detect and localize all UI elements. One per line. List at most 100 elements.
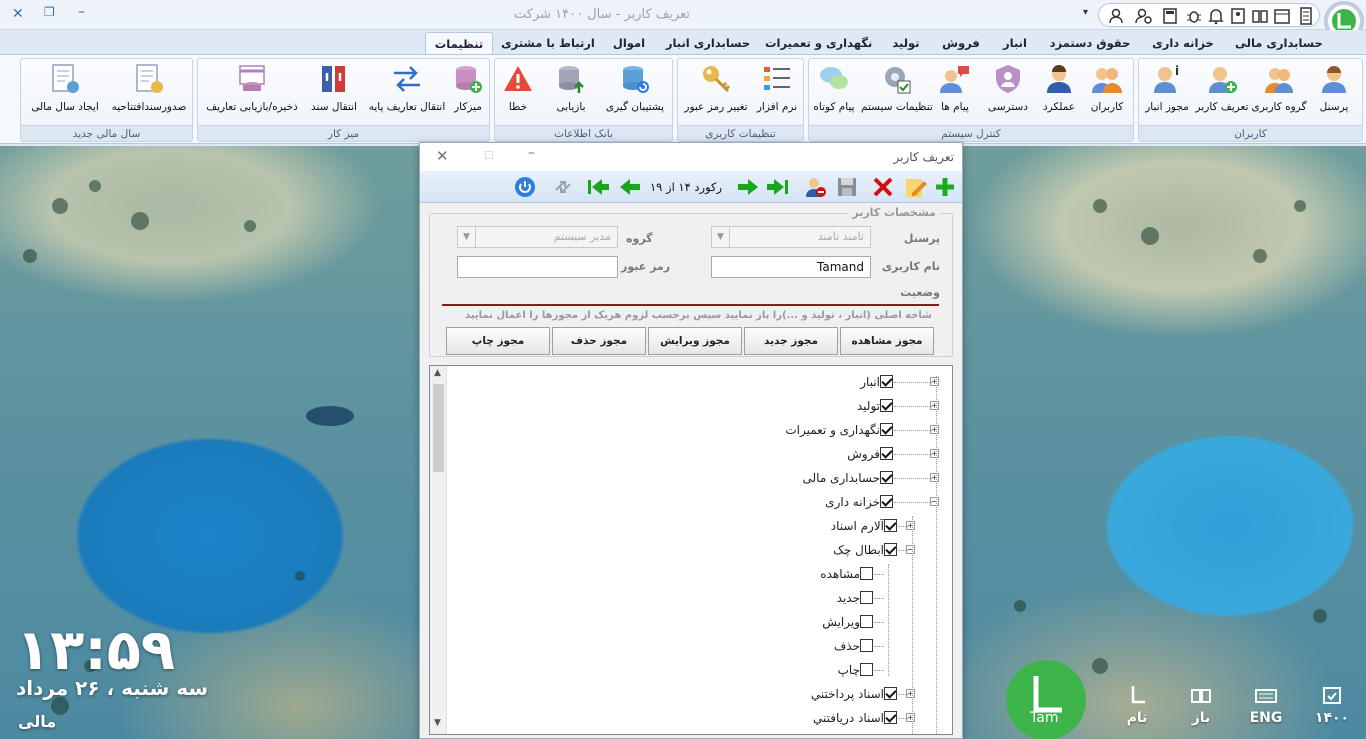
tab-financial-accounting[interactable]: حسابداری مالی (1235, 32, 1323, 54)
edit-icon[interactable] (904, 175, 928, 199)
new-permission-button[interactable]: مجوز جدید (744, 327, 838, 355)
checkbox-checked[interactable] (880, 447, 893, 460)
tree-node[interactable]: جدید (837, 589, 860, 607)
system-settings-button[interactable]: تنظیمات سیستم (861, 63, 933, 123)
scroll-thumb[interactable] (433, 384, 444, 472)
create-fiscal-year-button[interactable]: ایجاد سال مالی (25, 63, 105, 123)
software-button[interactable]: نرم افزار (752, 63, 802, 123)
restore-button[interactable]: بازیابی (543, 63, 599, 123)
tree-node[interactable]: ویرایش (822, 613, 860, 631)
tray-open[interactable]: باز (1184, 684, 1218, 726)
calendar-icon[interactable] (1273, 7, 1291, 25)
checkbox-checked[interactable] (880, 495, 893, 508)
checkbox-checked[interactable] (884, 543, 897, 556)
edit-permission-button[interactable]: مجوز ویرایش (648, 327, 742, 355)
book-icon[interactable] (1251, 7, 1269, 25)
tray-year[interactable]: ۱۴۰۰ (1310, 684, 1354, 726)
tab-sales[interactable]: فروش (940, 32, 982, 54)
short-message-button[interactable]: پیام کوتاه (809, 63, 859, 123)
contact-card-icon[interactable] (1229, 7, 1247, 25)
tree-node[interactable]: اسناد دريافتني (813, 709, 884, 727)
performance-button[interactable]: عملکرد (1035, 63, 1083, 123)
checkbox-unchecked[interactable] (860, 615, 873, 628)
scroll-down-icon[interactable]: ▼ (434, 718, 441, 728)
print-permission-button[interactable]: مجوز چاپ (446, 327, 550, 355)
tab-maintenance[interactable]: نگهداری و تعمیرات (765, 32, 872, 54)
group-combo[interactable]: مدیر سیستم ▼ (457, 226, 618, 248)
save-icon[interactable] (836, 176, 858, 198)
tree-node[interactable]: چاپ (838, 661, 860, 679)
tray-user[interactable]: تام (1120, 684, 1154, 726)
tree-node[interactable]: حسابداری مالی (803, 469, 881, 487)
checkbox-checked[interactable] (880, 399, 893, 412)
checkbox-checked[interactable] (884, 711, 897, 724)
change-password-button[interactable]: تغییر رمز عبور (680, 63, 752, 123)
password-input[interactable] (457, 256, 618, 278)
tab-assets[interactable]: اموال (608, 32, 650, 54)
next-record-icon[interactable] (736, 177, 760, 197)
refresh-icon[interactable] (552, 176, 574, 198)
checkbox-checked[interactable] (884, 519, 897, 532)
minimize-icon[interactable]: – (78, 4, 85, 20)
personnel-combo-chevron-down-icon[interactable]: ▼ (712, 227, 730, 247)
messages-button[interactable]: پیام ها (929, 63, 981, 123)
user-group-button[interactable]: گروه کاربری (1249, 63, 1309, 123)
bell-icon[interactable] (1207, 7, 1225, 25)
error-button[interactable]: خطا (497, 63, 539, 123)
dialog-close-icon[interactable]: ✕ (436, 147, 449, 165)
tree-node[interactable]: فروش (847, 445, 880, 463)
warehouse-permission-button[interactable]: i مجوز انبار (1139, 63, 1195, 123)
tree-node[interactable]: ابطال چک (833, 541, 884, 559)
power-icon[interactable] (514, 176, 536, 198)
tab-treasury[interactable]: خزانه داری (1145, 32, 1221, 54)
desk-button[interactable]: میزکار (448, 63, 488, 123)
users-button[interactable]: کاربران (1081, 63, 1133, 123)
user-badge[interactable]: Tam (1006, 660, 1086, 739)
tree-node[interactable]: تولید (857, 397, 880, 415)
checkbox-unchecked[interactable] (860, 567, 873, 580)
tree-node[interactable]: آلارم اسناد (831, 517, 884, 535)
checkbox-checked[interactable] (884, 687, 897, 700)
save-restore-definitions-button[interactable]: ذخیره/بازیابی تعاریف (202, 63, 302, 123)
tab-settings[interactable]: تنظیمات (425, 32, 493, 54)
first-record-icon[interactable] (586, 177, 610, 197)
tree-node[interactable]: اسناد پرداختني (811, 685, 884, 703)
restore-icon[interactable]: ❐ (44, 5, 55, 19)
transfer-document-button[interactable]: انتقال سند (306, 63, 362, 123)
tray-language[interactable]: ENG (1244, 684, 1288, 726)
tree-node[interactable]: حذف (834, 637, 860, 655)
checkbox-checked[interactable] (880, 423, 893, 436)
checkbox-unchecked[interactable] (860, 639, 873, 652)
tree-node[interactable]: انبار (860, 373, 880, 391)
dialog-minimize-icon[interactable]: – (528, 145, 535, 161)
transfer-base-definitions-button[interactable]: انتقال تعاریف پایه (366, 63, 448, 123)
tab-crm[interactable]: ارتباط با مشتری (500, 32, 596, 54)
bug-icon[interactable] (1185, 7, 1203, 25)
checkbox-unchecked[interactable] (860, 663, 873, 676)
tree-node[interactable]: مشاهده (820, 565, 860, 583)
tab-warehouse[interactable]: انبار (995, 32, 1035, 54)
scroll-up-icon[interactable]: ▲ (434, 368, 441, 378)
checkbox-checked[interactable] (880, 471, 893, 484)
tree-node[interactable]: نگهداری و تعمیرات (785, 421, 880, 439)
previous-record-icon[interactable] (618, 177, 642, 197)
personnel-button[interactable]: پرسنل (1307, 63, 1361, 123)
tab-inventory-accounting[interactable]: حسابداری انبار (664, 32, 752, 54)
quick-access-dropdown-icon[interactable]: ▾ (1083, 7, 1088, 18)
backup-button[interactable]: پشتیبان گیری (599, 63, 671, 123)
calculator-icon[interactable] (1161, 7, 1179, 25)
group-combo-chevron-down-icon[interactable]: ▼ (458, 227, 476, 247)
delete-icon[interactable] (872, 176, 894, 198)
checkbox-unchecked[interactable] (860, 591, 873, 604)
delete-permission-button[interactable]: مجوز حذف (552, 327, 646, 355)
user-settings-icon[interactable] (1135, 7, 1153, 25)
user-remove-icon[interactable] (804, 175, 828, 199)
tab-payroll[interactable]: حقوق دستمزد (1048, 32, 1132, 54)
tree-scrollbar[interactable]: ▲ ▼ (430, 366, 447, 734)
close-icon[interactable]: ✕ (12, 6, 24, 22)
username-input[interactable]: Tamand (711, 256, 871, 278)
checkbox-checked[interactable] (880, 375, 893, 388)
add-icon[interactable] (934, 176, 956, 198)
tree-node[interactable]: خزانه داری (825, 493, 880, 511)
user-search-icon[interactable] (1109, 7, 1127, 25)
